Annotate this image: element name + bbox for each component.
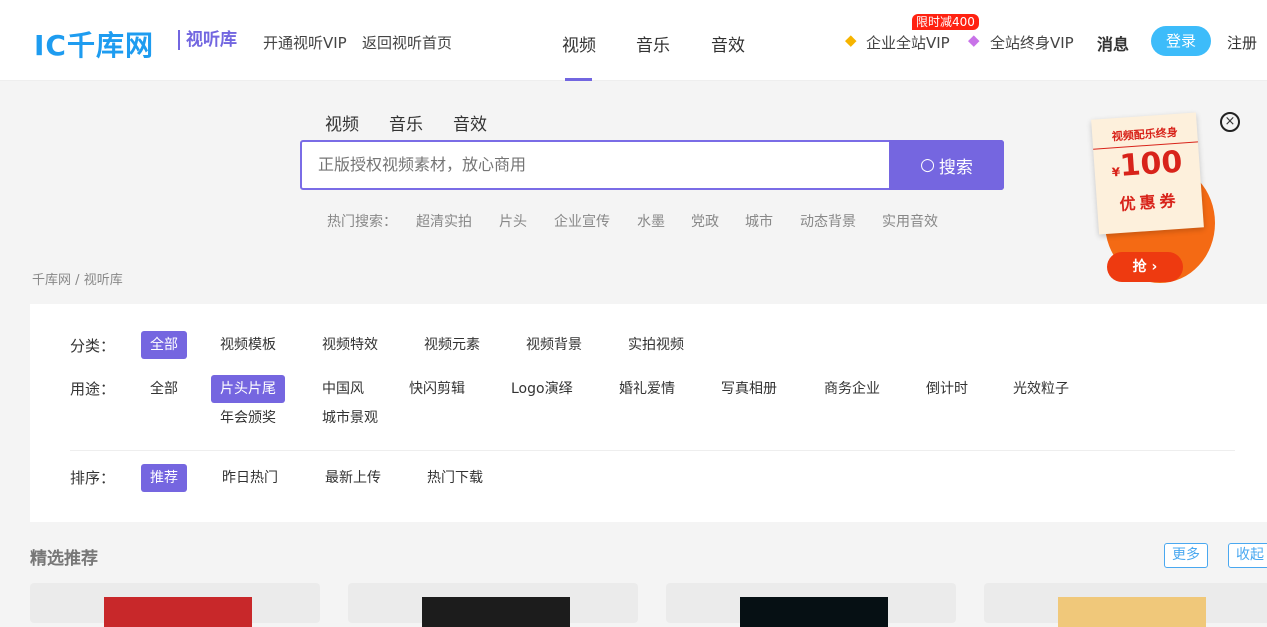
search-tab-video[interactable]: 视频: [325, 110, 359, 135]
nav-music[interactable]: 音乐: [636, 31, 670, 56]
promo-amount: 100: [1119, 145, 1184, 184]
open-vip-link[interactable]: 开通视听VIP: [263, 32, 347, 53]
video-card[interactable]: [984, 583, 1267, 623]
search-tab-music[interactable]: 音乐: [389, 110, 423, 135]
section-title: 精选推荐: [30, 544, 98, 569]
video-thumbnail: [104, 597, 252, 627]
sort-option[interactable]: 昨日热门: [213, 464, 287, 492]
home-link[interactable]: 返回视听首页: [362, 32, 452, 53]
usage-option[interactable]: 城市景观: [313, 404, 387, 432]
video-thumbnail: [422, 597, 570, 627]
hot-item[interactable]: 水墨: [637, 211, 665, 231]
category-option[interactable]: 视频模板: [211, 331, 285, 359]
hot-item[interactable]: 动态背景: [800, 211, 856, 231]
usage-option[interactable]: 快闪剪辑: [400, 375, 474, 403]
search-box: ○搜索: [300, 140, 1004, 190]
coupon-promo[interactable]: 视频配乐终身 ¥100 优惠券 抢 ›: [1065, 108, 1235, 298]
hot-item[interactable]: 实用音效: [882, 211, 938, 231]
login-button[interactable]: 登录: [1151, 26, 1211, 56]
category-label: 分类：: [70, 335, 115, 356]
sort-label: 排序：: [70, 467, 115, 488]
usage-option[interactable]: 全部: [141, 375, 187, 403]
hot-item[interactable]: 党政: [691, 211, 719, 231]
search-input[interactable]: [318, 155, 878, 174]
video-thumbnail: [740, 597, 888, 627]
nav-sfx[interactable]: 音效: [711, 31, 745, 56]
logo[interactable]: IC千库网: [34, 24, 154, 64]
usage-option[interactable]: 中国风: [313, 375, 373, 403]
hot-item[interactable]: 片头: [499, 211, 527, 231]
more-button[interactable]: 更多: [1164, 543, 1208, 568]
usage-option[interactable]: 年会颁奖: [211, 404, 285, 432]
usage-option[interactable]: 婚礼爱情: [610, 375, 684, 403]
hot-item[interactable]: 企业宣传: [554, 211, 610, 231]
register-link[interactable]: 注册: [1227, 32, 1257, 53]
usage-option[interactable]: 写真相册: [712, 375, 786, 403]
category-option[interactable]: 视频背景: [517, 331, 591, 359]
category-option[interactable]: 视频元素: [415, 331, 489, 359]
grab-label: 抢: [1133, 259, 1147, 275]
search-button[interactable]: ○搜索: [889, 140, 1004, 190]
sort-option-selected[interactable]: 推荐: [141, 464, 187, 492]
usage-label: 用途：: [70, 378, 115, 399]
search-button-label: 搜索: [939, 153, 973, 178]
search-tab-sfx[interactable]: 音效: [453, 110, 487, 135]
video-card[interactable]: [30, 583, 320, 623]
breadcrumb-sep: /: [75, 273, 79, 288]
hot-label: 热门搜索：: [327, 211, 397, 231]
video-thumbnail: [1058, 597, 1206, 627]
grab-button[interactable]: 抢 ›: [1107, 252, 1183, 282]
nav-active-indicator: [565, 78, 592, 81]
hot-item[interactable]: 城市: [745, 211, 773, 231]
category-option[interactable]: 视频特效: [313, 331, 387, 359]
enterprise-vip-link[interactable]: 企业全站VIP: [866, 32, 950, 53]
usage-option[interactable]: Logo演绎: [502, 375, 582, 403]
diamond-purple-icon: ◆: [968, 31, 980, 49]
category-option[interactable]: 实拍视频: [619, 331, 693, 359]
sort-option[interactable]: 热门下载: [418, 464, 492, 492]
sub-brand[interactable]: 视听库: [178, 30, 237, 50]
usage-option[interactable]: 商务企业: [815, 375, 889, 403]
hot-item[interactable]: 超清实拍: [416, 211, 472, 231]
sort-option[interactable]: 最新上传: [316, 464, 390, 492]
breadcrumb-home[interactable]: 千库网: [32, 273, 71, 288]
discount-badge: 限时减400: [912, 14, 979, 30]
breadcrumb: 千库网 / 视听库: [32, 269, 123, 288]
lifetime-vip-link[interactable]: 全站终身VIP: [990, 32, 1074, 53]
divider: [70, 450, 1235, 451]
nav-video[interactable]: 视频: [562, 31, 596, 56]
category-all[interactable]: 全部: [141, 331, 187, 359]
video-card[interactable]: [666, 583, 956, 623]
header: IC千库网 视听库 开通视听VIP 返回视听首页 视频 音乐 音效 限时减400…: [0, 0, 1267, 81]
usage-option[interactable]: 光效粒子: [1004, 375, 1078, 403]
breadcrumb-current[interactable]: 视听库: [84, 273, 123, 288]
diamond-gold-icon: ◆: [845, 31, 857, 49]
usage-option-selected[interactable]: 片头片尾: [211, 375, 285, 403]
close-icon[interactable]: ×: [1220, 112, 1240, 132]
search-icon: ○: [920, 155, 935, 175]
usage-option[interactable]: 倒计时: [917, 375, 977, 403]
collapse-button[interactable]: 收起: [1228, 543, 1267, 568]
messages-link[interactable]: 消息: [1097, 31, 1129, 55]
video-card[interactable]: [348, 583, 638, 623]
